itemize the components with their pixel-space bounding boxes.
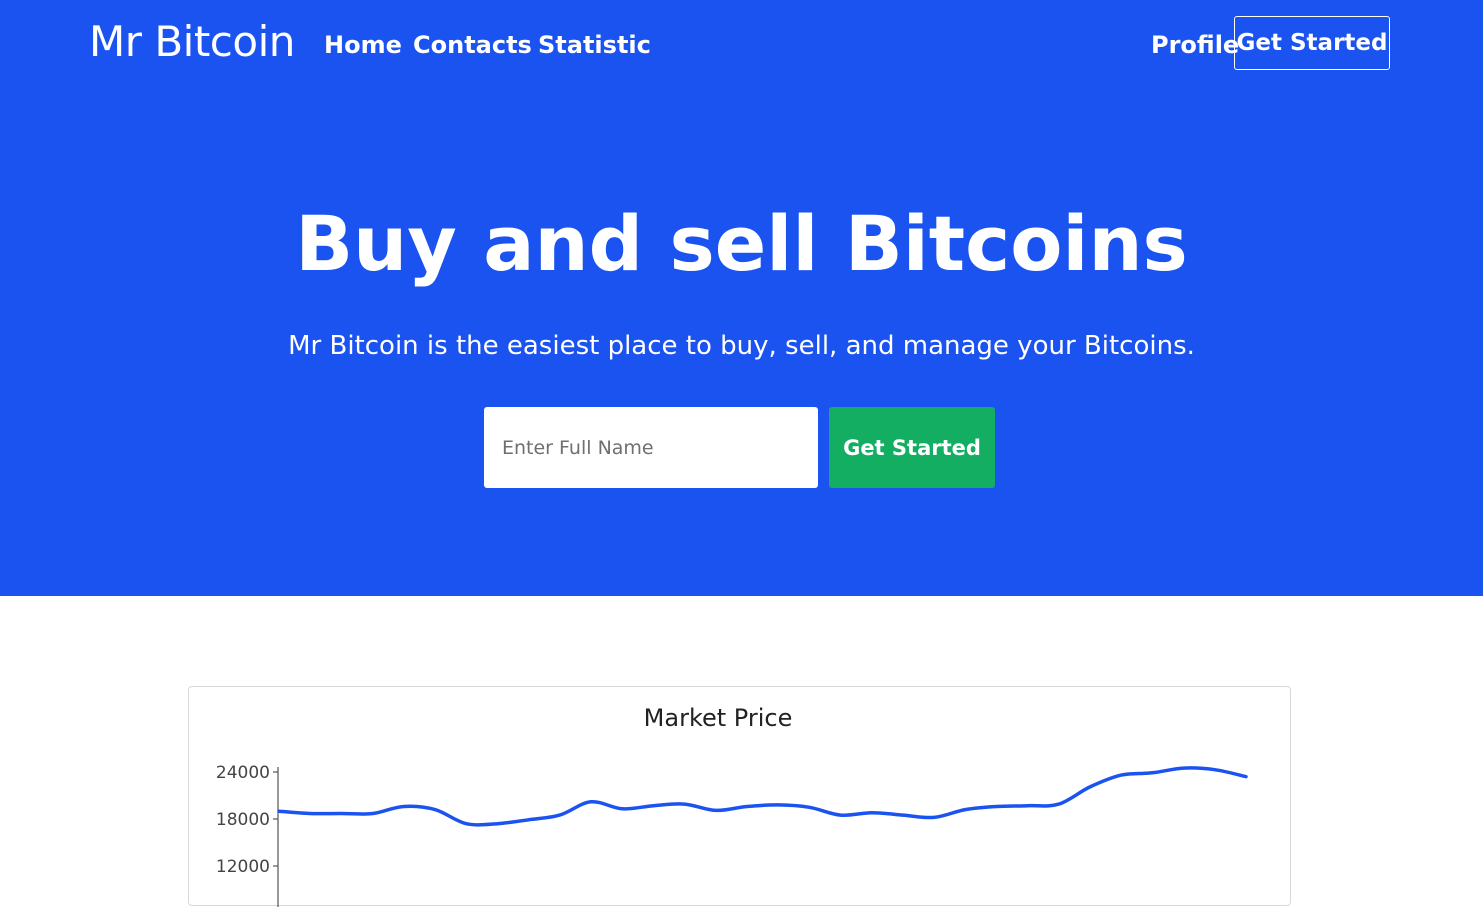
price-series-line	[277, 766, 1248, 827]
hero-subtitle: Mr Bitcoin is the easiest place to buy, …	[288, 331, 1195, 361]
y-tick-label: 12000	[216, 857, 270, 877]
nav-profile-link[interactable]: Profile	[1151, 30, 1239, 60]
market-price-chart: Market Price 24000 18000 12000	[216, 704, 1248, 907]
brand-logo[interactable]: Mr Bitcoin	[89, 16, 295, 68]
y-tick-label: 24000	[216, 763, 270, 783]
y-tick-label: 18000	[216, 810, 270, 830]
chart-title: Market Price	[644, 704, 793, 732]
hero-get-started-button[interactable]: Get Started	[829, 407, 995, 488]
nav-home-link[interactable]: Home	[324, 30, 402, 60]
y-axis-ticks: 24000 18000 12000	[216, 763, 278, 877]
market-price-chart-card: Market Price 24000 18000 12000	[188, 686, 1291, 907]
hero-title: Buy and sell Bitcoins	[295, 199, 1188, 288]
nav-get-started-button[interactable]: Get Started	[1234, 16, 1390, 70]
nav-statistic-link[interactable]: Statistic	[538, 30, 651, 60]
full-name-input[interactable]	[484, 407, 818, 488]
hero-section: Mr Bitcoin Home Contacts Statistic Profi…	[0, 0, 1483, 596]
nav-contacts-link[interactable]: Contacts	[413, 30, 532, 60]
